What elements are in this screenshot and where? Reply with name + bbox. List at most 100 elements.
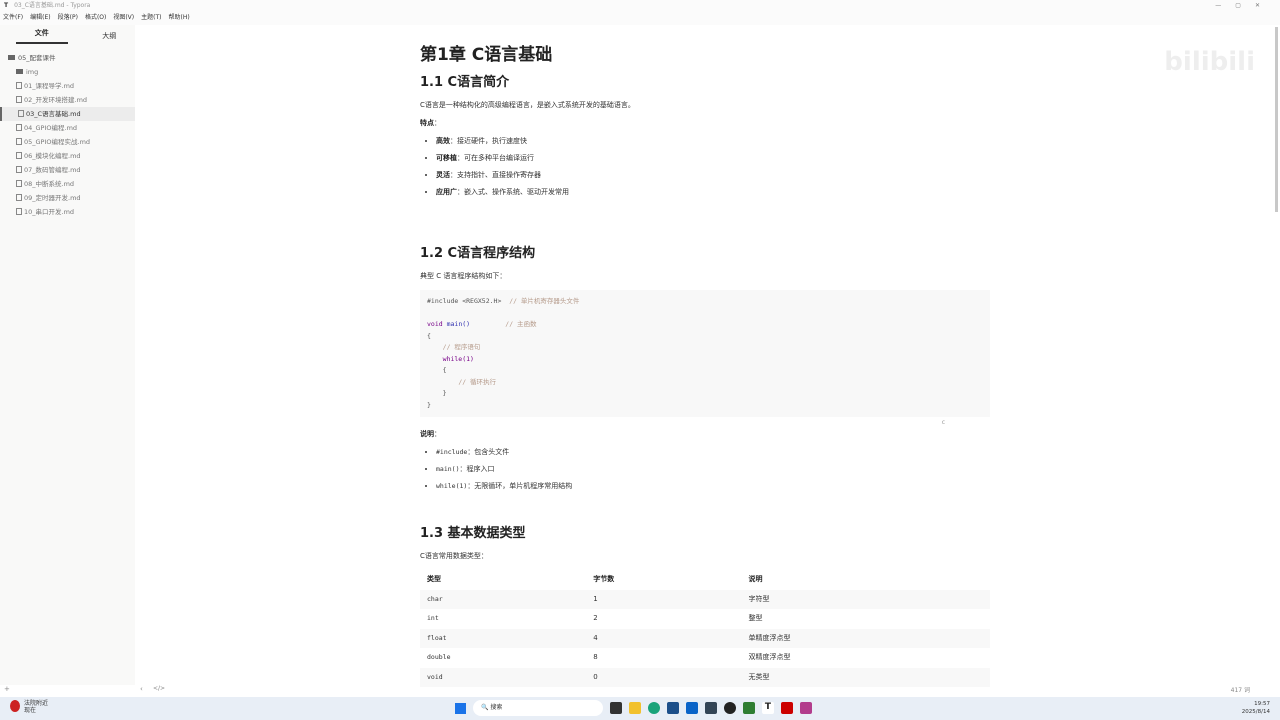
features-label: 特点 [420,119,434,127]
file-icon [16,166,22,173]
file-explorer-icon[interactable] [629,702,641,714]
file-icon [16,152,22,159]
file-item[interactable]: 08_中断系统.md [0,177,135,191]
bilibili-watermark: bilibili [1164,47,1255,77]
file-item[interactable]: 05_GPIO编程实战.md [0,135,135,149]
menu-format[interactable]: 格式(O) [85,14,106,21]
obs-icon[interactable] [724,702,736,714]
store-icon[interactable] [667,702,679,714]
list-item: 可移植：可在多种平台编译运行 [436,154,990,163]
table-header: 类型 [427,575,441,584]
file-icon [16,96,22,103]
tab-files[interactable]: 文件 [16,28,68,44]
list-item: #include：包含头文件 [436,448,990,457]
add-file-icon[interactable]: + [4,685,10,693]
weather-widget[interactable]: 法院附近 现在 [10,700,48,714]
file-icon [16,194,22,201]
app-icon[interactable] [800,702,812,714]
file-icon [16,180,22,187]
section-program-structure: 1.2 C语言程序结构 典型 C 语言程序结构如下： #include <REG… [420,240,990,499]
file-item[interactable]: 09_定时器开发.md [0,191,135,205]
folder-item[interactable]: img [0,65,135,79]
file-label: 05_GPIO编程实战.md [24,138,91,146]
table-header: 说明 [748,575,763,584]
list-item: 应用广：嵌入式、操作系统、驱动开发常用 [436,188,990,197]
window-controls[interactable]: —▢✕ [1215,0,1274,11]
menu-paragraph[interactable]: 段落(P) [58,14,78,21]
table-row: char 1 字符型 [420,589,990,609]
file-item[interactable]: 04_GPIO编程.md [0,121,135,135]
edge-icon[interactable] [648,702,660,714]
folder-item[interactable]: 05_配套课件 [0,51,135,65]
window-title: 03_C语言基础.md - Typora [14,2,91,9]
section-data-types: 1.3 基本数据类型 C语言常用数据类型： 类型 字节数 说明 char 1 字符型 i… [420,520,990,687]
file-label: 09_定时器开发.md [24,194,81,202]
menu-theme[interactable]: 主题(T) [141,14,161,21]
table-row: void 0 无类型 [420,667,990,687]
file-label: 10_串口开发.md [24,208,75,216]
section-heading: 1.2 C语言程序结构 [420,246,536,261]
file-icon [16,124,22,131]
code-block[interactable]: #include <REGX52.H> // 单片机寄存器头文件 void ma… [420,290,990,417]
code-language-label[interactable]: c [420,419,990,426]
menu-edit[interactable]: 编辑(E) [30,14,50,21]
menu-view[interactable]: 视图(V) [113,14,134,21]
weather-icon [10,700,20,712]
editor[interactable]: bilibili 第1章 C语言基础 1.1 C语言简介 C语言是一种结构化的高… [135,25,1275,687]
typora-taskbar-icon[interactable]: T [762,702,774,714]
file-icon [16,82,22,89]
list-item: 高效：接近硬件，执行速度快 [436,137,990,146]
file-icon [18,110,24,117]
table-row: float 4 单精度浮点型 [420,628,990,648]
paragraph: 典型 C 语言程序结构如下： [420,272,507,280]
file-label: 08_中断系统.md [24,180,75,188]
windows-start-icon[interactable] [455,702,466,714]
file-item[interactable]: 07_数码管编程.md [0,163,135,177]
toggle-sidebar-icon[interactable]: ‹ [140,685,143,693]
menu-bar: 文件(F) 编辑(E) 段落(P) 格式(O) 视图(V) 主题(T) 帮助(H) [0,11,1280,25]
list-item: while(1)：无限循环，单片机程序常用结构 [436,482,990,491]
outlook-icon[interactable] [686,702,698,714]
keil-icon[interactable] [743,702,755,714]
scrollbar[interactable] [1275,25,1280,685]
file-label: 06_模块化编程.md [24,152,81,160]
file-item-selected[interactable]: 03_C语言基础.md [0,107,135,121]
source-mode-button[interactable]: </> [153,685,165,692]
sidebar: 文件 大纲 05_配套课件 img 01_课程导学.md 02_开发环境搭建.md… [0,25,135,685]
folder-icon [16,69,23,74]
menu-file[interactable]: 文件(F) [3,14,23,21]
tab-outline[interactable]: 大纲 [84,31,136,41]
paragraph: C语言常用数据类型： [420,552,488,560]
task-view-icon[interactable] [610,702,622,714]
file-label: 04_GPIO编程.md [24,124,78,132]
note-label: 说明 [420,430,434,438]
folder-label: 05_配套课件 [18,54,56,62]
table-row: int 2 整型 [427,614,763,623]
word-count[interactable]: 417 词 [1231,685,1250,694]
table-header: 字节数 [593,575,615,584]
file-item[interactable]: 02_开发环境搭建.md [0,93,135,107]
chapter-title: 第1章 C语言基础 [420,45,553,65]
list-item: 灵活：支持指针、直接操作寄存器 [436,171,990,180]
features-list: 高效：接近硬件，执行速度快 可移植：可在多种平台编译运行 灵活：支持指针、直接操… [436,137,990,197]
taskbar-search[interactable]: 🔍 搜索 [473,700,603,716]
menu-help[interactable]: 帮助(H) [169,14,190,21]
acrobat-icon[interactable] [781,702,793,714]
file-icon [16,138,22,145]
file-label: 03_C语言基础.md [26,110,81,118]
paragraph: C语言是一种结构化的高级编程语言，是嵌入式系统开发的基础语言。 [420,101,635,109]
file-item[interactable]: 06_模块化编程.md [0,149,135,163]
clock[interactable]: 19:57 2025/8/14 [1242,700,1270,716]
folder-icon [8,55,15,60]
title-bar: T 03_C语言基础.md - Typora —▢✕ [0,0,1280,11]
file-label: 07_数码管编程.md [24,166,81,174]
file-icon [16,208,22,215]
file-item[interactable]: 10_串口开发.md [0,205,135,219]
typora-icon: T [4,2,9,9]
file-item[interactable]: 01_课程导学.md [0,79,135,93]
file-tree: 05_配套课件 img 01_课程导学.md 02_开发环境搭建.md 03_C… [0,51,135,219]
taskbar: 法院附近 现在 🔍 搜索 T 19:57 2025/8/14 [0,697,1280,720]
app-icon[interactable] [705,702,717,714]
section-heading: 1.3 基本数据类型 [420,526,526,541]
file-label: 01_课程导学.md [24,82,75,90]
